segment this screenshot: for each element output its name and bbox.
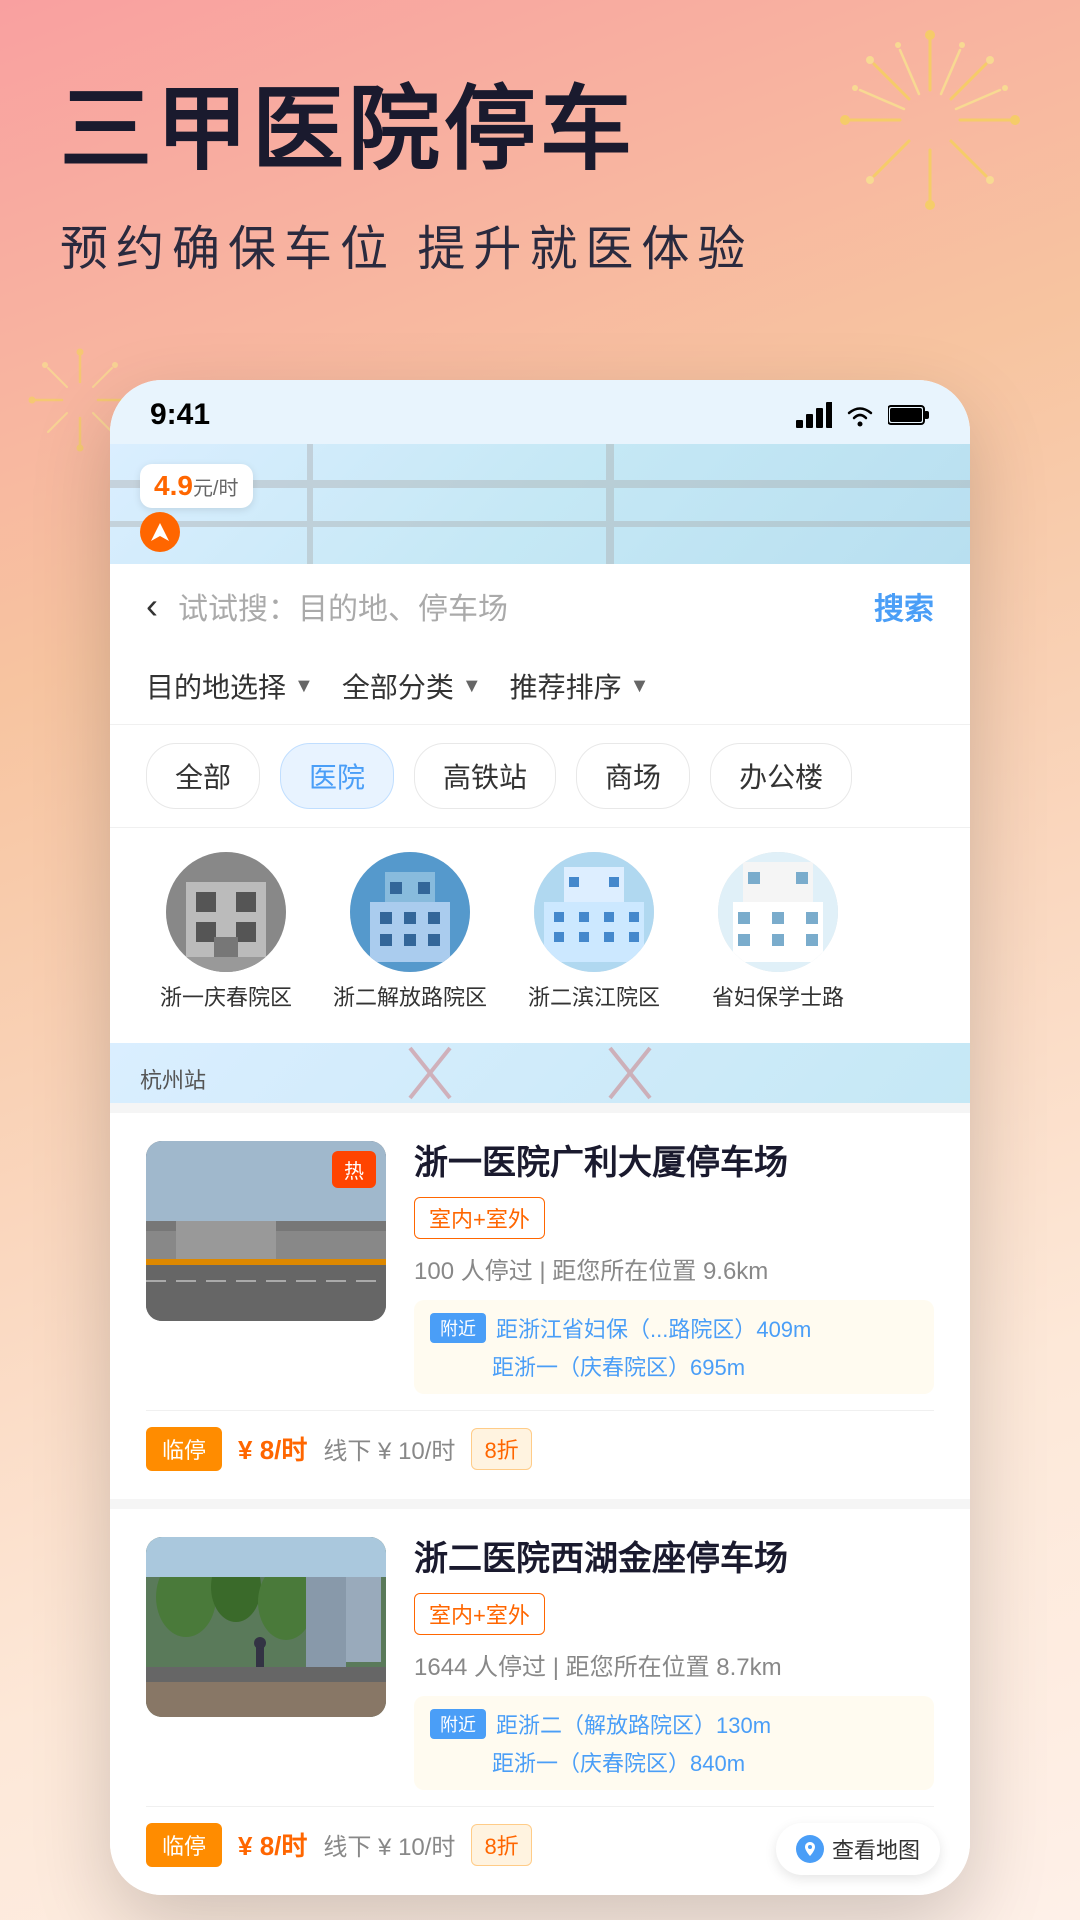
- filter-destination-arrow: ▼: [294, 675, 314, 698]
- parking-card-1-title: 浙一医院广利大厦停车场: [414, 1141, 934, 1185]
- hospital-building-3-icon: [534, 852, 654, 972]
- hospital-circles: 浙一庆春院区 浙二解放路院区: [110, 828, 970, 1043]
- parking-card-2-temp-badge: 临停: [146, 1823, 222, 1867]
- status-icons: [796, 402, 930, 428]
- hospital-label-3: 浙二滨江院区: [528, 984, 660, 1013]
- filter-category-label: 全部分类: [342, 666, 454, 706]
- hero-title: 三甲医院停车: [60, 80, 1020, 181]
- map-view-label: 查看地图: [832, 1833, 920, 1865]
- map-markers-icon: [110, 1043, 970, 1103]
- tab-hospital[interactable]: 医院: [280, 743, 394, 809]
- hospital-building-2-icon: [350, 852, 470, 972]
- parking-lot-2-photo: [146, 1537, 386, 1717]
- navigation-icon: [149, 521, 171, 543]
- hospital-item-1[interactable]: 浙一庆春院区: [146, 852, 306, 1013]
- parking-card-1-nearby: 附近 距浙江省妇保（...路院区）409m 距浙一（庆春院区）695m: [414, 1300, 934, 1394]
- map-area: 4.9元/时: [110, 444, 970, 564]
- search-bar[interactable]: ‹ 试试搜：目的地、停车场 搜索: [110, 564, 970, 648]
- status-time: 9:41: [150, 398, 210, 432]
- parking-card-2-stats: 1644 人停过 | 距您所在位置 8.7km: [414, 1647, 934, 1682]
- map-price-value: 4.9: [154, 470, 193, 501]
- tab-mall[interactable]: 商场: [576, 743, 690, 809]
- hero-subtitle: 预约确保车位 提升就医体验: [60, 209, 1020, 279]
- hospital-label-1: 浙一庆春院区: [160, 984, 292, 1013]
- filter-row: 目的地选择 ▼ 全部分类 ▼ 推荐排序 ▼: [110, 648, 970, 725]
- nearby-tag-1: 附近: [430, 1313, 486, 1343]
- parking-card-1-price: ¥ 8/时: [238, 1430, 307, 1467]
- nearby-row-3: 附近 距浙二（解放路院区）130m: [430, 1708, 918, 1740]
- parking-card-1[interactable]: 热 浙一医院广利大厦停车场 室内+室外 100 人停过 | 距您所在位置 9.6…: [110, 1103, 970, 1499]
- map-price-unit: 元/时: [193, 478, 239, 500]
- parking-card-1-info: 浙一医院广利大厦停车场 室内+室外 100 人停过 | 距您所在位置 9.6km…: [414, 1141, 934, 1394]
- filter-sort[interactable]: 推荐排序 ▼: [510, 666, 650, 706]
- parking-card-1-temp-badge: 临停: [146, 1427, 222, 1471]
- parking-card-1-price-row: 临停 ¥ 8/时 线下 ¥ 10/时 8折: [146, 1410, 934, 1471]
- nearby-row-2: 距浙一（庆春院区）695m: [430, 1350, 918, 1382]
- nearby-text-3: 距浙二（解放路院区）130m: [496, 1708, 771, 1740]
- map-bottom-area: 杭州站: [110, 1043, 970, 1103]
- hospital-building-1-icon: [166, 852, 286, 972]
- parking-card-2-price: ¥ 8/时: [238, 1826, 307, 1863]
- tab-office[interactable]: 办公楼: [710, 743, 852, 809]
- nearby-row-1: 附近 距浙江省妇保（...路院区）409m: [430, 1312, 918, 1344]
- parking-card-2-image: [146, 1537, 386, 1717]
- parking-card-1-image: 热: [146, 1141, 386, 1321]
- tab-train[interactable]: 高铁站: [414, 743, 556, 809]
- status-bar: 9:41: [110, 380, 970, 444]
- parking-card-1-stats: 100 人停过 | 距您所在位置 9.6km: [414, 1251, 934, 1286]
- hospital-circle-4: [718, 852, 838, 972]
- parking-card-2-title: 浙二医院西湖金座停车场: [414, 1537, 934, 1581]
- hospital-label-2: 浙二解放路院区: [333, 984, 487, 1013]
- map-view-button[interactable]: 查看地图: [776, 1823, 940, 1875]
- parking-card-1-hot-badge: 热: [332, 1151, 376, 1188]
- filter-category-arrow: ▼: [462, 675, 482, 698]
- parking-card-2-tags: 室内+室外: [414, 1593, 934, 1635]
- map-icon: [796, 1835, 824, 1863]
- map-price-badge: 4.9元/时: [140, 464, 253, 508]
- parking-card-2-tag: 室内+室外: [414, 1593, 545, 1635]
- battery-icon: [888, 404, 930, 426]
- nearby-row-4: 距浙一（庆春院区）840m: [430, 1746, 918, 1778]
- search-button[interactable]: 搜索: [874, 584, 934, 628]
- hospital-circle-2: [350, 852, 470, 972]
- wifi-icon: [844, 402, 876, 428]
- parking-card-1-discount: 8折: [471, 1428, 531, 1470]
- parking-card-1-offline: 线下 ¥ 10/时: [323, 1431, 455, 1466]
- filter-sort-label: 推荐排序: [510, 666, 622, 706]
- hospital-building-4-icon: [718, 852, 838, 972]
- hospital-item-2[interactable]: 浙二解放路院区: [330, 852, 490, 1013]
- hospital-item-3[interactable]: 浙二滨江院区: [514, 852, 674, 1013]
- parking-card-2-info: 浙二医院西湖金座停车场 室内+室外 1644 人停过 | 距您所在位置 8.7k…: [414, 1537, 934, 1790]
- nearby-tag-2: 附近: [430, 1709, 486, 1739]
- parking-card-1-tags: 室内+室外: [414, 1197, 934, 1239]
- nearby-text-4: 距浙一（庆春院区）840m: [492, 1746, 745, 1778]
- parking-card-2-offline: 线下 ¥ 10/时: [323, 1827, 455, 1862]
- signal-icon: [796, 402, 832, 428]
- nav-icon: [140, 512, 180, 552]
- filter-destination-label: 目的地选择: [146, 666, 286, 706]
- hospital-circle-1: [166, 852, 286, 972]
- parking-card-2-nearby: 附近 距浙二（解放路院区）130m 距浙一（庆春院区）840m: [414, 1696, 934, 1790]
- map-pin-icon: [802, 1841, 818, 1857]
- parking-card-2[interactable]: 浙二医院西湖金座停车场 室内+室外 1644 人停过 | 距您所在位置 8.7k…: [110, 1499, 970, 1895]
- parking-card-2-discount: 8折: [471, 1824, 531, 1866]
- tab-all[interactable]: 全部: [146, 743, 260, 809]
- search-input[interactable]: 试试搜：目的地、停车场: [178, 584, 854, 628]
- hero-section: 三甲医院停车 预约确保车位 提升就医体验: [0, 0, 1080, 319]
- back-button[interactable]: ‹: [146, 585, 158, 627]
- hospital-item-4[interactable]: 省妇保学士路: [698, 852, 858, 1013]
- category-tabs: 全部 医院 高铁站 商场 办公楼: [110, 725, 970, 828]
- nearby-text-1: 距浙江省妇保（...路院区）409m: [496, 1312, 811, 1344]
- hospital-label-4: 省妇保学士路: [712, 984, 844, 1013]
- hospital-circle-3: [534, 852, 654, 972]
- filter-sort-arrow: ▼: [630, 675, 650, 698]
- filter-destination[interactable]: 目的地选择 ▼: [146, 666, 314, 706]
- phone-mockup: 9:41: [110, 380, 970, 1895]
- filter-category[interactable]: 全部分类 ▼: [342, 666, 482, 706]
- nearby-text-2: 距浙一（庆春院区）695m: [492, 1350, 745, 1382]
- parking-card-1-tag: 室内+室外: [414, 1197, 545, 1239]
